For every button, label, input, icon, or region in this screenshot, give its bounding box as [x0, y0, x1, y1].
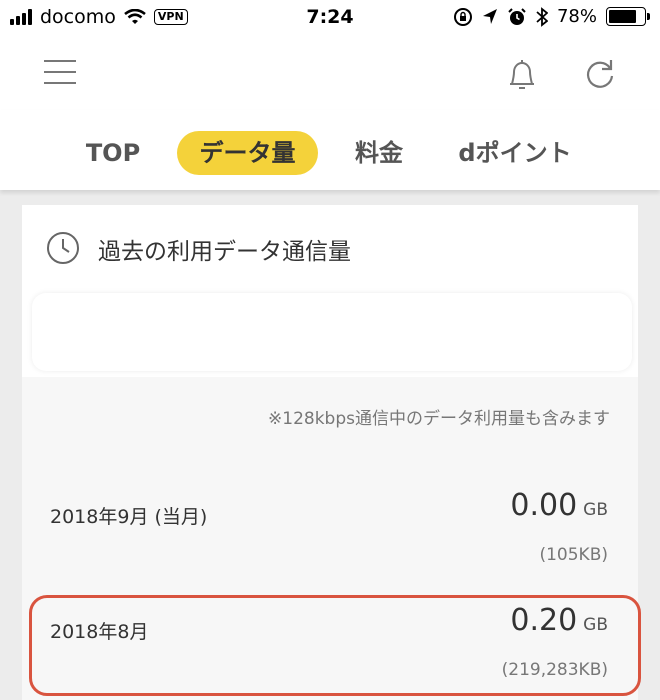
- usage-month-label: 2018年9月 (当月): [50, 506, 208, 528]
- usage-kb: (219,283KB): [501, 660, 608, 680]
- usage-amount: 0.20: [510, 603, 578, 638]
- month-selector-box: [32, 293, 632, 371]
- data-usage-card: 過去の利用データ通信量 ※128kbps通信中のデータ利用量も含みます 2018…: [22, 205, 638, 700]
- clock-icon: [47, 232, 79, 264]
- battery-percent: 78%: [556, 6, 597, 27]
- usage-kb: (105KB): [539, 545, 608, 565]
- alarm-icon: [508, 7, 526, 25]
- usage-value: 0.00 GB: [510, 488, 608, 523]
- rotation-lock-icon: [453, 7, 472, 26]
- battery-icon: [606, 7, 650, 26]
- usage-amount: 0.00: [510, 488, 578, 523]
- status-right: 78%: [453, 6, 650, 27]
- app-header: [0, 38, 660, 110]
- refresh-icon[interactable]: [582, 56, 618, 92]
- location-icon: [482, 8, 497, 24]
- tab-fee[interactable]: 料金: [349, 131, 409, 175]
- usage-value: 0.20 GB: [510, 603, 608, 638]
- usage-list: ※128kbps通信中のデータ利用量も含みます 2018年9月 (当月) 0.0…: [22, 377, 638, 700]
- usage-unit: GB: [583, 500, 608, 520]
- battery-fill: [609, 10, 636, 23]
- card-header: 過去の利用データ通信量: [22, 205, 638, 293]
- tab-top[interactable]: TOP: [80, 131, 146, 175]
- menu-icon[interactable]: [44, 60, 76, 86]
- bell-icon[interactable]: [503, 56, 541, 94]
- bluetooth-icon: [536, 6, 548, 27]
- tab-data-usage[interactable]: データ量: [177, 131, 318, 175]
- tab-d-point[interactable]: dポイント: [452, 131, 578, 175]
- tab-bar: TOP データ量 料金 dポイント: [0, 110, 660, 190]
- status-bar: docomo VPN 7:24 78%: [0, 0, 660, 38]
- usage-note: ※128kbps通信中のデータ利用量も含みます: [268, 409, 610, 429]
- card-title: 過去の利用データ通信量: [98, 239, 351, 265]
- usage-month-label: 2018年8月: [50, 621, 149, 643]
- usage-unit: GB: [583, 615, 608, 635]
